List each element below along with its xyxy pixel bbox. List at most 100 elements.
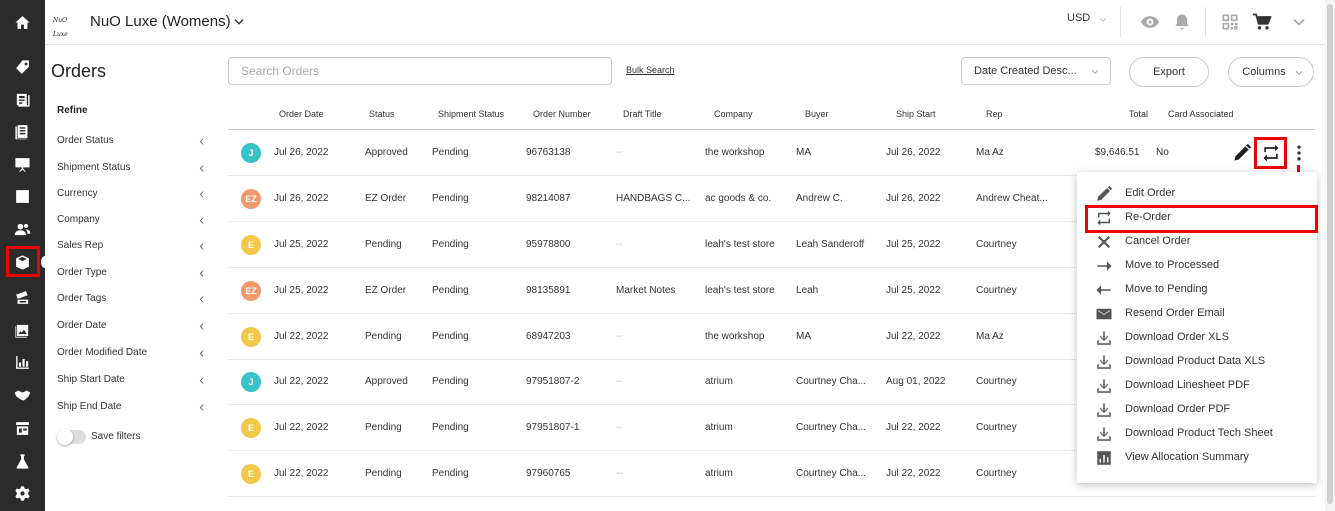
chevron-down-icon[interactable] [1289,12,1309,32]
cell-status: Pending [365,331,402,342]
table-row[interactable]: J Jul 26, 2022 Approved Pending 96763138 -- th… [228,130,1315,176]
menu-item-view-allocation-summary[interactable]: View Allocation Summary [1077,446,1317,470]
menu-item-download-product-tech-sheet[interactable]: Download Product Tech Sheet [1077,422,1317,446]
reorder-highlight [1254,137,1287,169]
filter-sales-rep[interactable]: Sales Rep [57,240,207,254]
cell-shipment-status: Pending [432,193,469,204]
promotions-icon[interactable] [10,285,34,309]
cart-icon[interactable] [1252,12,1272,32]
more-vertical-icon[interactable] [1289,143,1309,163]
storefront-icon[interactable] [10,416,34,440]
chevron-left-icon [199,404,204,411]
menu-item-cancel-order[interactable]: Cancel Order [1077,230,1317,254]
menu-item-label: Download Order PDF [1125,403,1231,415]
col-order-number[interactable]: Order Number [533,109,591,119]
filter-label: Ship End Date [57,401,122,412]
menu-item-label: Move to Processed [1125,259,1220,271]
eye-icon[interactable] [1140,12,1160,32]
col-card-associated[interactable]: Card Associated [1168,109,1234,119]
currency-select[interactable]: USD [1067,12,1090,24]
gear-icon[interactable] [10,481,34,505]
cell-order-number: 98135891 [526,285,571,296]
col-order-date[interactable]: Order Date [279,109,324,119]
menu-item-edit-order[interactable]: Edit Order [1077,182,1317,206]
chevron-left-icon [199,377,204,384]
cell-shipment-status: Pending [432,147,469,158]
save-filters-label: Save filters [91,431,141,442]
close-icon [1095,233,1113,251]
col-total[interactable]: Total [1129,109,1148,119]
filter-currency[interactable]: Currency [57,188,207,202]
scroll-thumb[interactable] [1327,4,1333,504]
handshake-icon[interactable] [10,383,34,407]
col-buyer[interactable]: Buyer [805,109,829,119]
filter-shipment-status[interactable]: Shipment Status [57,162,207,176]
filter-company[interactable]: Company [57,214,207,228]
home-icon[interactable] [10,10,34,34]
cell-draft-title: -- [616,468,623,479]
pencil-icon[interactable] [1232,143,1252,163]
qr-code-icon[interactable] [1220,12,1240,32]
reports-icon[interactable] [10,350,34,374]
cell-status: Approved [365,376,408,387]
sort-select[interactable]: Date Created Desc... [961,57,1111,85]
filter-ship-start-date[interactable]: Ship Start Date [57,374,207,388]
presentation-icon[interactable] [10,152,34,176]
filter-order-date[interactable]: Order Date [57,320,207,334]
cell-buyer: MA [796,331,811,342]
images-icon[interactable] [10,318,34,342]
cell-ship-start: Jul 26, 2022 [886,193,941,204]
menu-item-download-order-xls[interactable]: Download Order XLS [1077,326,1317,350]
search-input[interactable] [228,57,612,85]
filter-label: Ship Start Date [57,374,125,385]
filter-label: Sales Rep [57,240,104,251]
menu-item-label: Download Product Tech Sheet [1125,427,1273,439]
columns-button[interactable]: Columns [1228,57,1314,87]
filter-order-modified-date[interactable]: Order Modified Date [57,347,207,361]
filter-order-type[interactable]: Order Type [57,267,207,281]
chevron-down-icon[interactable] [1098,15,1108,25]
filter-ship-end-date[interactable]: Ship End Date [57,401,207,415]
brand-switcher[interactable]: NuO Luxe (Womens) [90,13,231,30]
menu-item-download-linesheet-pdf[interactable]: Download Linesheet PDF [1077,374,1317,398]
cell-shipment-status: Pending [432,468,469,479]
checklist-icon[interactable] [10,184,34,208]
cell-draft-title: -- [616,147,623,158]
cell-draft-title: -- [616,239,623,250]
users-icon[interactable] [10,217,34,241]
col-status[interactable]: Status [369,109,395,119]
export-button[interactable]: Export [1129,57,1209,87]
tag-icon[interactable] [10,55,34,79]
filter-order-tags[interactable]: Order Tags [57,293,207,307]
order-type-icon: EZ [241,189,261,209]
catalog-icon[interactable] [10,87,34,111]
save-filters-toggle[interactable] [57,429,86,445]
cell-buyer: Leah [796,285,819,296]
chevron-left-icon [199,217,204,224]
flask-icon[interactable] [10,449,34,473]
col-ship-start[interactable]: Ship Start [896,109,936,119]
cell-rep: Ma Az [976,331,1004,342]
cell-rep: Andrew Cheat... [976,193,1048,204]
col-shipment-status[interactable]: Shipment Status [438,109,504,119]
linesheet-icon[interactable] [10,119,34,143]
chevron-down-icon[interactable] [232,15,246,29]
col-draft-title[interactable]: Draft Title [623,109,662,119]
menu-item-download-product-data-xls[interactable]: Download Product Data XLS [1077,350,1317,374]
menu-item-resend-order-email[interactable]: Resend Order Email [1077,302,1317,326]
cell-rep: Courtney [976,422,1017,433]
menu-item-download-order-pdf[interactable]: Download Order PDF [1077,398,1317,422]
col-rep[interactable]: Rep [986,109,1003,119]
order-type-icon: J [241,372,261,392]
cell-company: ac goods & co. [705,193,772,204]
bell-icon[interactable] [1172,12,1192,32]
menu-item-move-to-pending[interactable]: Move to Pending [1077,278,1317,302]
col-company[interactable]: Company [714,109,753,119]
cell-rep: Courtney [976,285,1017,296]
nav-rail [0,0,49,511]
bulk-search-link[interactable]: Bulk Search [626,65,675,75]
menu-item-label: Move to Pending [1125,283,1208,295]
filter-order-status[interactable]: Order Status [57,135,207,149]
menu-item-move-to-processed[interactable]: Move to Processed [1077,254,1317,278]
scrollbar[interactable] [1325,0,1335,511]
